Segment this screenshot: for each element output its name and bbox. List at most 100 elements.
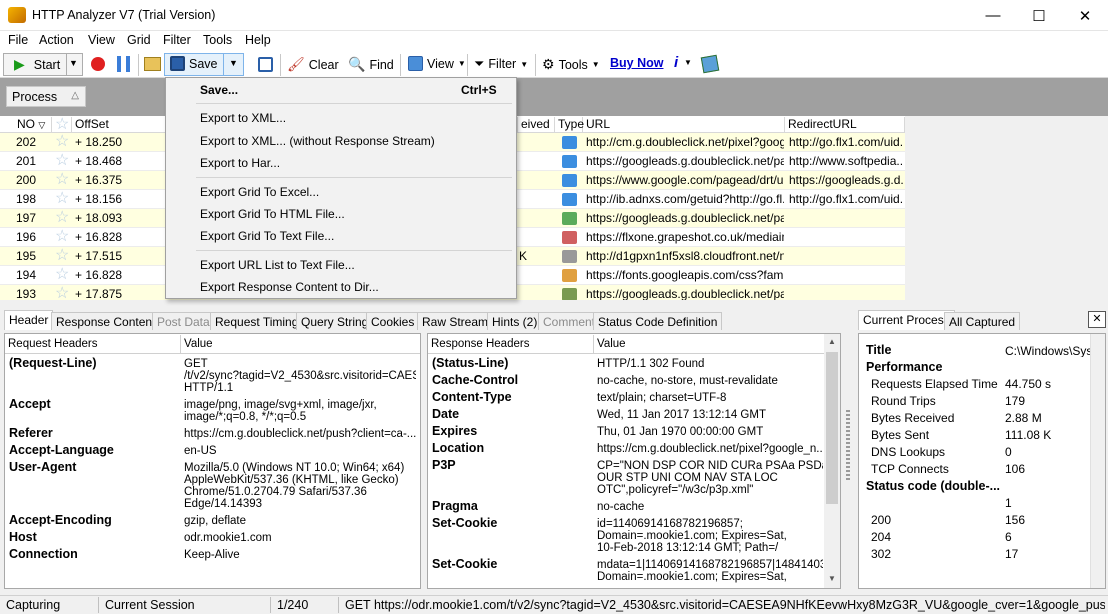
process-scrollbar[interactable] [1090,334,1105,588]
tab-all-captured[interactable]: All Captured [944,312,1021,330]
header-value[interactable]: en-US [184,445,416,457]
menu-item-export-text[interactable]: Export Grid To Text File... [200,229,334,243]
menu-item-export-xml[interactable]: Export to XML... [200,111,286,125]
header-value[interactable]: image/png, image/svg+xml, image/jxr, [184,399,416,411]
start-dropdown-arrow-icon[interactable]: ▼ [69,58,78,68]
header-name[interactable]: P3P [432,458,456,472]
tab-header[interactable]: Header [4,310,54,330]
header-name[interactable]: Cache-Control [432,373,518,387]
minimize-button[interactable]: — [970,0,1016,31]
menu-help[interactable]: Help [245,33,271,47]
header-name[interactable]: (Request-Line) [9,356,97,370]
clear-button[interactable]: 🖌 Clear [287,56,339,73]
header-value[interactable]: image/*;q=0.8, */*;q=0.5 [184,411,416,423]
view-button[interactable]: View ▼ [408,56,466,71]
tab-query-string[interactable]: Query String [296,312,374,330]
tab-post-data[interactable]: Post Data [152,312,215,330]
header-value[interactable]: GET [184,358,416,370]
menu-item-export-url[interactable]: Export URL List to Text File... [200,258,355,272]
star-icon[interactable]: ☆ [55,172,69,188]
header-name[interactable]: Location [432,441,484,455]
header-value[interactable]: AppleWebKit/537.36 (KHTML, like Gecko) [184,474,416,486]
header-value[interactable]: Edge/14.14393 [184,498,416,510]
header-name[interactable]: Host [9,530,37,544]
tab-request-timing[interactable]: Request Timing [210,312,304,330]
header-value[interactable]: Keep-Alive [184,549,416,561]
header-name[interactable]: Referer [9,426,53,440]
pause-icon[interactable] [117,56,130,72]
header-value[interactable]: Thu, 01 Jan 1970 00:00:00 GMT [597,426,823,438]
tab-current-process[interactable]: Current Process [858,310,955,330]
header-name[interactable]: User-Agent [9,460,76,474]
header-name[interactable]: Accept-Encoding [9,513,112,527]
maximize-button[interactable]: ☐ [1016,0,1062,31]
star-icon[interactable]: ☆ [55,191,69,207]
tab-cookies[interactable]: Cookies [366,312,420,330]
header-name[interactable]: Accept-Language [9,443,114,457]
scroll-thumb[interactable] [826,352,838,504]
header-name[interactable]: Connection [9,547,78,561]
menu-item-export-html[interactable]: Export Grid To HTML File... [200,207,345,221]
panel-close-icon[interactable]: ✕ [1088,311,1106,328]
record-stop-icon[interactable] [91,57,105,71]
menu-item-export-xml-nostream[interactable]: Export to XML... (without Response Strea… [200,134,435,148]
header-name[interactable]: Expires [432,424,477,438]
header-value[interactable]: https://cm.g.doubleclick.net/push?client… [184,428,416,440]
header-value[interactable]: Chrome/51.0.2704.79 Safari/537.36 [184,486,416,498]
star-icon[interactable]: ☆ [55,153,69,169]
star-icon[interactable]: ☆ [55,267,69,283]
col-header-offset[interactable]: OffSet [72,117,166,133]
vertical-splitter[interactable] [846,410,850,480]
header-value[interactable]: Wed, 11 Jan 2017 13:12:14 GMT [597,409,823,421]
header-value[interactable]: odr.mookie1.com [184,532,416,544]
info-icon[interactable]: i [674,54,678,71]
col-header-received[interactable]: eived [517,117,555,133]
header-name[interactable]: Pragma [432,499,478,513]
tab-hints-2[interactable]: Hints (2) [487,312,543,330]
tab-comment[interactable]: Comment [538,312,601,330]
menu-grid[interactable]: Grid [127,33,151,47]
header-value[interactable]: mdata=1|11406914168782196857|14841403: [597,559,823,571]
col-header-no[interactable]: NO ▽ [14,117,52,133]
header-value[interactable]: no-cache [597,501,823,513]
menu-action[interactable]: Action [39,33,74,47]
request-headers-col-value[interactable]: Value [184,338,213,350]
menu-item-export-excel[interactable]: Export Grid To Excel... [200,185,319,199]
header-value[interactable]: HTTP/1.1 [184,382,416,394]
header-value[interactable]: OUR STP UNI COM NAV STA LOC [597,472,823,484]
header-value[interactable]: Mozilla/5.0 (Windows NT 10.0; Win64; x64… [184,462,416,474]
request-headers-col-name[interactable]: Request Headers [8,338,98,350]
menu-item-export-response[interactable]: Export Response Content to Dir... [200,280,379,294]
open-folder-icon[interactable] [144,57,161,71]
header-name[interactable]: Accept [9,397,51,411]
menu-item-save[interactable]: Save... [200,83,238,97]
header-name[interactable]: Content-Type [432,390,512,404]
header-name[interactable]: Set-Cookie [432,516,497,530]
menu-filter[interactable]: Filter [163,33,191,47]
tools-button[interactable]: ⚙ Tools ▼ [542,56,600,73]
close-button[interactable]: ✕ [1062,0,1108,31]
header-value[interactable]: Domain=.mookie1.com; Expires=Sat, [597,571,823,583]
header-value[interactable]: Domain=.mookie1.com; Expires=Sat, [597,530,823,542]
header-name[interactable]: Set-Cookie [432,557,497,571]
find-button[interactable]: 🔍 Find [348,56,394,73]
header-value[interactable]: /t/v2/sync?tagid=V2_4530&src.visitorid=C… [184,370,416,382]
response-headers-col-name[interactable]: Response Headers [431,338,529,350]
star-icon[interactable]: ☆ [55,210,69,226]
header-value[interactable]: CP="NON DSP COR NID CURa PSAa PSDa [597,460,823,472]
col-header-url[interactable]: URL [583,117,785,133]
scroll-up-icon[interactable]: ▲ [828,337,836,346]
menu-tools[interactable]: Tools [203,33,232,47]
header-value[interactable]: 10-Feb-2018 13:12:14 GMT; Path=/ [597,542,823,554]
response-headers-col-value[interactable]: Value [597,338,626,350]
col-header-redirect[interactable]: RedirectURL [785,117,905,133]
star-icon[interactable]: ☆ [55,134,69,150]
header-name[interactable]: Date [432,407,459,421]
buy-now-link[interactable]: Buy Now [610,56,663,70]
tab-raw-stream[interactable]: Raw Stream [417,312,494,330]
menu-item-export-har[interactable]: Export to Har... [200,156,280,170]
star-icon[interactable]: ☆ [55,248,69,264]
info-arrow-icon[interactable]: ▼ [684,58,692,67]
tab-status-code-definition[interactable]: Status Code Definition [593,312,723,330]
header-value[interactable]: id=11406914168782196857; [597,518,823,530]
